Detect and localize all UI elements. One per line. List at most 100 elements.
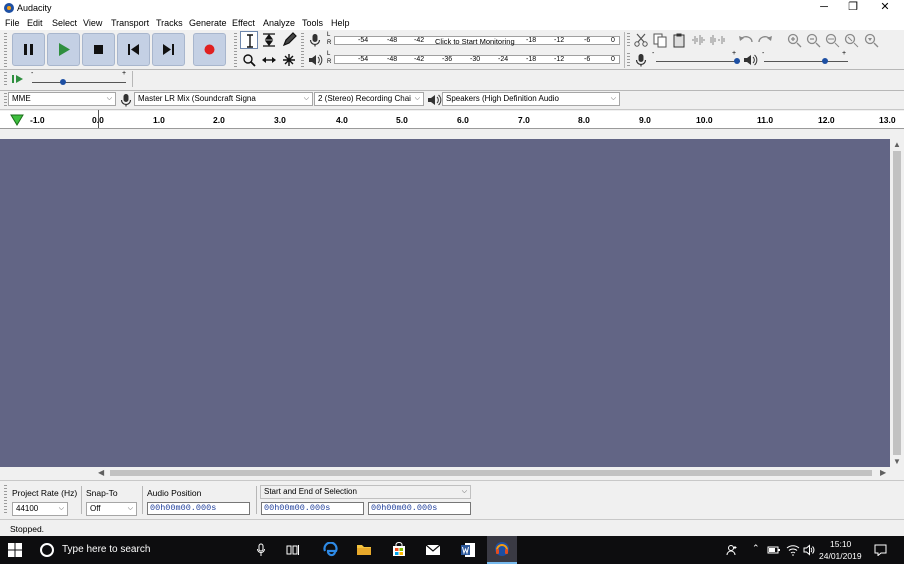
taskbar-clock-time[interactable]: 15:10 bbox=[830, 539, 851, 549]
snap-to-select[interactable]: Off ⌵ bbox=[86, 502, 137, 516]
menu-help[interactable]: Help bbox=[331, 18, 350, 28]
horizontal-scroll-thumb[interactable] bbox=[110, 470, 872, 476]
silence-button[interactable] bbox=[709, 31, 727, 49]
pause-button[interactable] bbox=[12, 33, 45, 66]
playback-meter-left-label: L bbox=[327, 51, 331, 57]
restore-button[interactable]: ❐ bbox=[837, 0, 869, 16]
stop-button[interactable] bbox=[82, 33, 115, 66]
record-meter-button[interactable] bbox=[306, 31, 324, 49]
scroll-left-arrow-icon[interactable]: ◀ bbox=[98, 468, 104, 477]
meter-toolbar-grip[interactable] bbox=[301, 33, 304, 67]
zoom-in-button[interactable] bbox=[785, 31, 803, 49]
menu-transport[interactable]: Transport bbox=[111, 18, 149, 28]
tools-toolbar-grip[interactable] bbox=[234, 33, 237, 67]
zoom-out-button[interactable] bbox=[804, 31, 822, 49]
play-speed-slider[interactable] bbox=[32, 82, 126, 83]
horizontal-scrollbar[interactable]: ◀ ▶ bbox=[96, 467, 890, 479]
menu-tracks[interactable]: Tracks bbox=[156, 18, 183, 28]
recording-device-select[interactable]: Master LR Mix (Soundcraft Signa ⌵ bbox=[134, 92, 313, 106]
start-monitoring-prompt[interactable]: Click to Start Monitoring bbox=[435, 37, 515, 46]
copy-button[interactable] bbox=[651, 31, 669, 49]
timeline-ruler[interactable]: -1.0 0.0 1.0 2.0 3.0 4.0 5.0 6.0 7.0 8.0… bbox=[0, 110, 904, 129]
taskbar-word[interactable] bbox=[453, 536, 483, 564]
menu-file[interactable]: File bbox=[5, 18, 20, 28]
record-meter-tick: -42 bbox=[414, 37, 425, 44]
menu-analyze[interactable]: Analyze bbox=[263, 18, 295, 28]
play-at-speed-button[interactable] bbox=[9, 70, 27, 88]
time-shift-tool[interactable] bbox=[260, 51, 278, 69]
project-rate-select[interactable]: 44100 ⌵ bbox=[12, 502, 68, 516]
scroll-up-arrow-icon[interactable]: ▲ bbox=[893, 140, 901, 149]
menu-tools[interactable]: Tools bbox=[302, 18, 323, 28]
play-speed-knob[interactable] bbox=[60, 79, 66, 85]
show-hidden-icons-icon[interactable]: ⌃ bbox=[752, 543, 760, 554]
taskbar-mail[interactable] bbox=[418, 536, 448, 564]
selection-toolbar-grip[interactable] bbox=[4, 485, 7, 515]
taskbar-file-explorer[interactable] bbox=[349, 536, 379, 564]
play-button[interactable] bbox=[47, 33, 80, 66]
playback-device-select[interactable]: Speakers (High Definition Audio ⌵ bbox=[442, 92, 620, 106]
vertical-scroll-thumb[interactable] bbox=[893, 151, 901, 455]
recording-channels-select[interactable]: 2 (Stereo) Recording Chai ⌵ bbox=[314, 92, 424, 106]
taskbar-store[interactable] bbox=[384, 536, 414, 564]
task-view-icon[interactable] bbox=[286, 544, 300, 556]
cortana-icon[interactable] bbox=[40, 543, 54, 557]
envelope-tool[interactable] bbox=[260, 31, 278, 49]
selection-tool[interactable] bbox=[240, 31, 258, 49]
taskbar-search-box[interactable]: Type here to search bbox=[62, 544, 150, 555]
transport-toolbar-grip[interactable] bbox=[4, 33, 7, 67]
undo-button[interactable] bbox=[737, 31, 755, 49]
selection-mode-select[interactable]: Start and End of Selection ⌵ bbox=[260, 485, 471, 499]
scroll-down-arrow-icon[interactable]: ▼ bbox=[893, 457, 901, 466]
menu-effect[interactable]: Effect bbox=[232, 18, 255, 28]
battery-icon[interactable] bbox=[767, 545, 781, 555]
taskbar-clock-date[interactable]: 24/01/2019 bbox=[819, 551, 862, 561]
skip-to-end-button[interactable] bbox=[152, 33, 185, 66]
edit-toolbar-grip[interactable] bbox=[627, 33, 630, 47]
zoom-tool[interactable] bbox=[240, 51, 258, 69]
volume-icon[interactable] bbox=[803, 544, 815, 556]
trim-button[interactable] bbox=[690, 31, 708, 49]
playback-meter-button[interactable] bbox=[306, 51, 324, 69]
vertical-scrollbar[interactable]: ▲ ▼ bbox=[890, 139, 904, 467]
selection-end-field[interactable]: 00h00m00.000s bbox=[368, 502, 471, 515]
speaker-volume-slider[interactable] bbox=[764, 61, 848, 62]
skip-to-start-button[interactable] bbox=[117, 33, 150, 66]
taskbar-edge[interactable] bbox=[315, 536, 345, 564]
menu-view[interactable]: View bbox=[83, 18, 102, 28]
fit-project-button[interactable] bbox=[842, 31, 860, 49]
multi-tool[interactable] bbox=[280, 51, 298, 69]
play-at-speed-toolbar-grip[interactable] bbox=[4, 72, 7, 86]
fit-selection-button[interactable] bbox=[823, 31, 841, 49]
menu-generate[interactable]: Generate bbox=[189, 18, 227, 28]
selection-start-field[interactable]: 00h00m00.000s bbox=[261, 502, 364, 515]
mic-volume-slider[interactable] bbox=[656, 61, 740, 62]
device-toolbar-grip[interactable] bbox=[4, 93, 7, 107]
scroll-right-arrow-icon[interactable]: ▶ bbox=[880, 468, 886, 477]
mic-volume-knob[interactable] bbox=[734, 58, 740, 64]
track-panel[interactable] bbox=[0, 139, 890, 467]
speaker-volume-knob[interactable] bbox=[822, 58, 828, 64]
menu-select[interactable]: Select bbox=[52, 18, 77, 28]
audio-position-field[interactable]: 00h00m00.000s bbox=[147, 502, 250, 515]
audio-host-select[interactable]: MME ⌵ bbox=[8, 92, 116, 106]
wifi-icon[interactable] bbox=[786, 544, 800, 556]
menu-edit[interactable]: Edit bbox=[27, 18, 43, 28]
playback-meter[interactable]: -54 -48 -42 -36 -30 -24 -18 -12 -6 0 bbox=[334, 55, 620, 64]
taskbar-audacity[interactable] bbox=[487, 536, 517, 564]
draw-tool[interactable] bbox=[280, 31, 298, 49]
microphone-icon[interactable] bbox=[256, 543, 266, 557]
pin-playhead-icon[interactable] bbox=[10, 114, 24, 126]
action-center-icon[interactable] bbox=[874, 544, 887, 556]
cut-button[interactable] bbox=[632, 31, 650, 49]
mixer-toolbar-grip[interactable] bbox=[627, 53, 630, 67]
minimize-button[interactable]: ─ bbox=[808, 0, 840, 16]
zoom-toggle-button[interactable] bbox=[862, 31, 880, 49]
close-button[interactable]: ✕ bbox=[869, 0, 901, 16]
redo-button[interactable] bbox=[756, 31, 774, 49]
record-button[interactable] bbox=[193, 33, 226, 66]
paste-button[interactable] bbox=[670, 31, 688, 49]
record-meter[interactable]: -54 -48 -42 Click to Start Monitoring -1… bbox=[334, 36, 620, 46]
windows-start-icon[interactable] bbox=[8, 543, 22, 557]
people-icon[interactable] bbox=[726, 544, 738, 556]
